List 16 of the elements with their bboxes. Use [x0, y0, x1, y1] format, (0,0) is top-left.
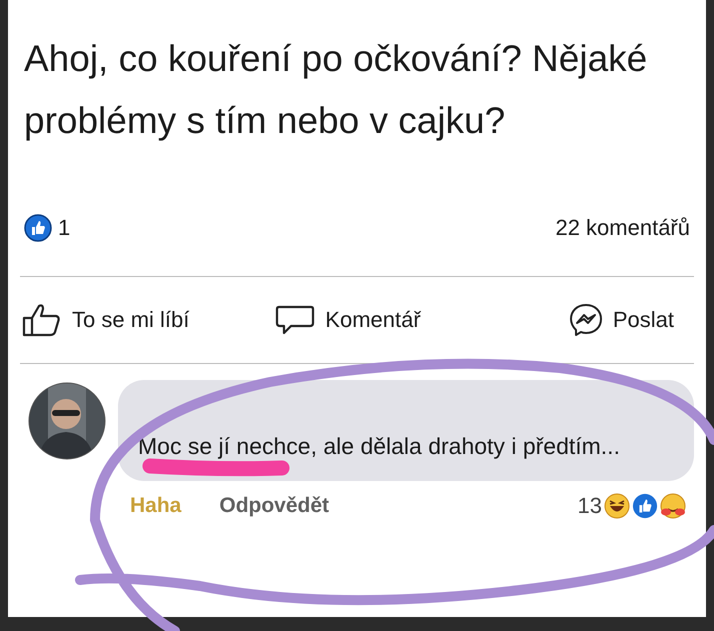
reply-link[interactable]: Odpovědět — [219, 494, 330, 518]
thumbs-up-icon — [22, 303, 62, 337]
like-button[interactable]: To se mi líbí — [22, 299, 240, 341]
speech-bubble-icon — [275, 304, 316, 336]
laughing-face-icon — [604, 493, 630, 519]
messenger-icon — [568, 303, 603, 337]
hugging-face-icon — [660, 493, 686, 519]
post-text: Ahoj, co kouření po očkování? Nějaké problémy s tím nebo v cajku? — [24, 37, 648, 143]
share-button[interactable]: Poslat — [456, 299, 692, 341]
reaction-count: 13 — [578, 493, 602, 519]
comment-text: Moc se jí nechce, ale dělala drahoty i předtím... — [138, 433, 620, 459]
comment-button[interactable]: Komentář — [239, 300, 457, 340]
thumbs-up-icon — [632, 493, 658, 519]
like-count: 1 — [58, 215, 70, 241]
comment-count[interactable]: 22 komentářů — [555, 215, 690, 241]
like-reaction-icon — [24, 214, 52, 242]
